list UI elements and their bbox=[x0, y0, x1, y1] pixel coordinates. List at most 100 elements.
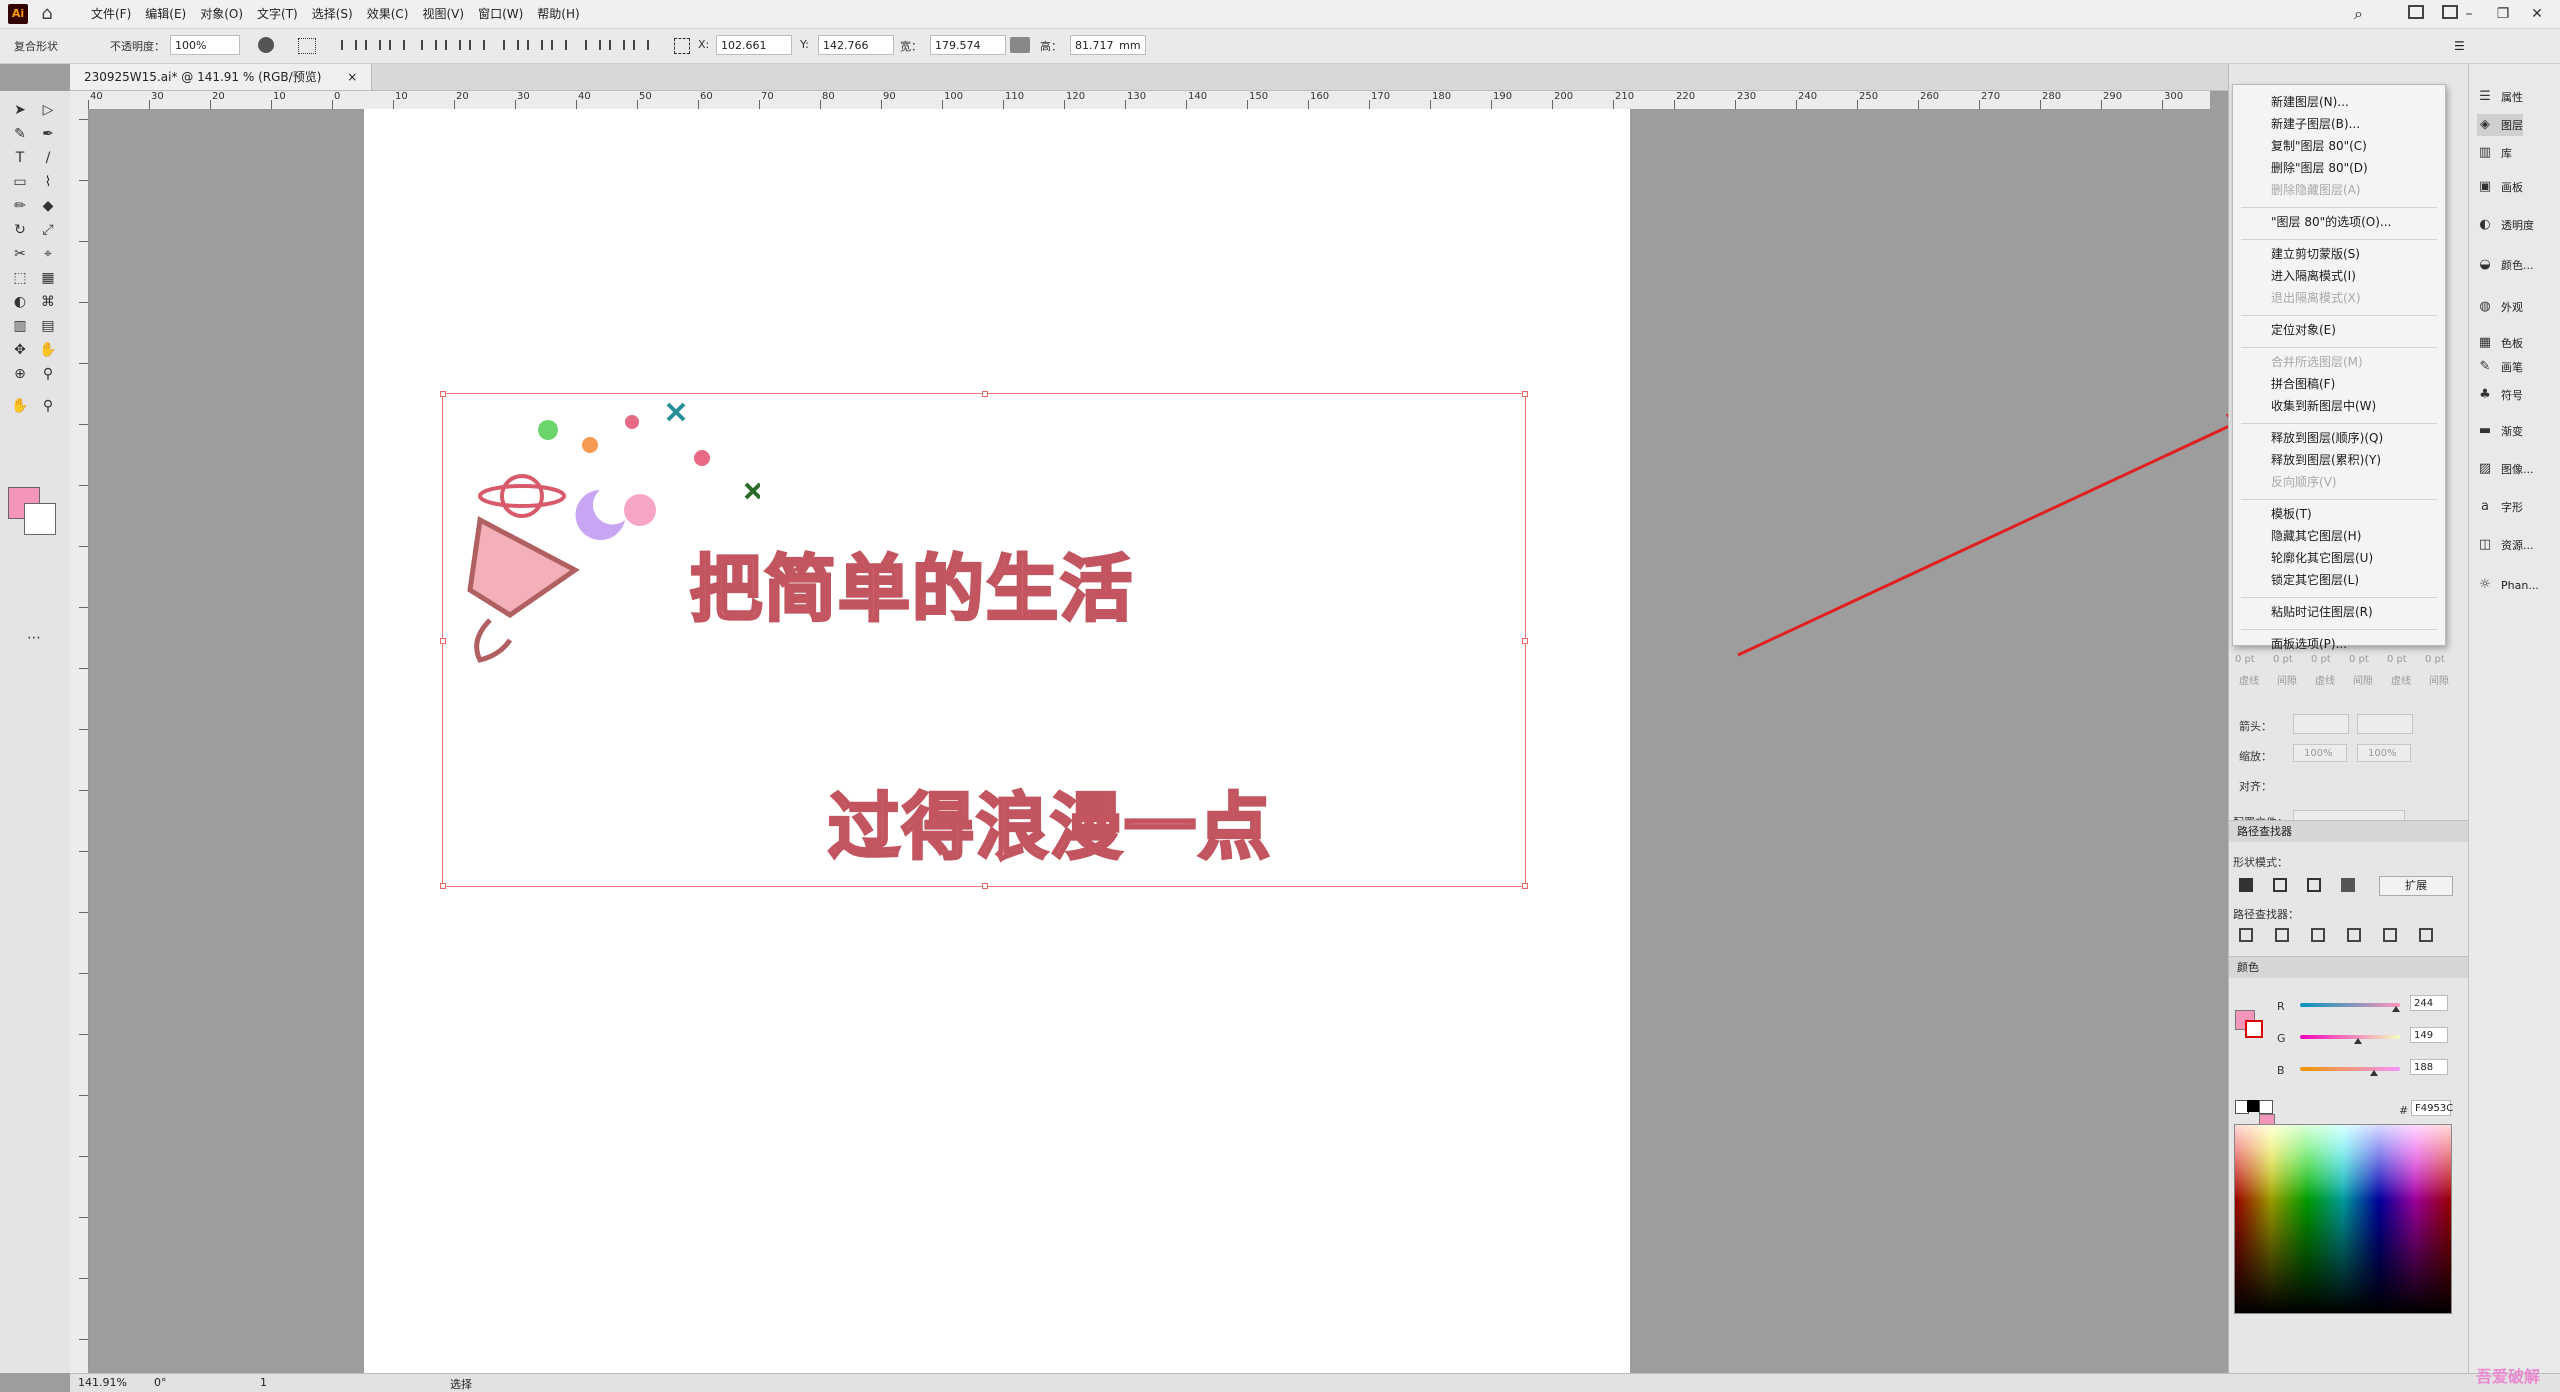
selection-tool-icon[interactable]: ➤ bbox=[8, 99, 32, 121]
panel-tab-layers[interactable]: ◈ 图层 bbox=[2477, 114, 2523, 136]
black-swatch[interactable] bbox=[2247, 1100, 2259, 1112]
width-input[interactable]: 179.574 bbox=[930, 35, 1006, 55]
opacity-input[interactable]: 100% bbox=[170, 35, 240, 55]
restore-icon[interactable]: ❐ bbox=[2486, 0, 2520, 28]
menu-item[interactable]: 文件(F) bbox=[84, 0, 138, 28]
panel-tab-symbol[interactable]: ♣ 符号 bbox=[2477, 384, 2523, 406]
color-spectrum[interactable] bbox=[2234, 1124, 2452, 1314]
panel-tab-assets[interactable]: ◫ 资源... bbox=[2477, 534, 2534, 556]
r-slider[interactable] bbox=[2300, 1003, 2400, 1007]
menu-item[interactable]: 窗口(W) bbox=[471, 0, 530, 28]
b-slider[interactable] bbox=[2300, 1067, 2400, 1071]
height-input[interactable]: 81.717 mm bbox=[1070, 35, 1146, 55]
layers-menu-item[interactable]: 定位对象(E) bbox=[2271, 321, 2336, 338]
layers-menu-item[interactable]: 模板(T) bbox=[2271, 505, 2312, 522]
y-input[interactable]: 142.766 bbox=[818, 35, 894, 55]
distribute-left-icon[interactable] bbox=[582, 36, 601, 54]
g-slider-thumb[interactable] bbox=[2354, 1038, 2363, 1044]
panel-tab-transparency[interactable]: ◐ 透明度 bbox=[2477, 214, 2534, 236]
vertical-ruler[interactable] bbox=[70, 109, 89, 1373]
panel-tab-brush[interactable]: ✎ 画笔 bbox=[2477, 356, 2523, 378]
white-swatch[interactable] bbox=[2259, 1100, 2273, 1114]
layers-menu-item[interactable]: 进入隔离模式(I) bbox=[2271, 267, 2356, 284]
exclude-icon[interactable] bbox=[2341, 878, 2355, 892]
menu-item[interactable]: 文字(T) bbox=[250, 0, 305, 28]
align-bottom-icon[interactable] bbox=[466, 36, 485, 54]
color-panel-header[interactable]: 颜色 bbox=[2229, 956, 2469, 978]
type-tool-icon[interactable]: T bbox=[8, 147, 32, 169]
hex-input[interactable]: F4953C bbox=[2411, 1100, 2453, 1116]
resize-handle[interactable] bbox=[982, 391, 988, 397]
trim-icon[interactable] bbox=[2275, 928, 2289, 942]
document-tab[interactable]: 230925W15.ai* @ 141.91 % (RGB/预览) × bbox=[70, 64, 373, 90]
layers-menu-item[interactable]: "图层 80"的选项(O)... bbox=[2271, 213, 2391, 230]
minimize-icon[interactable]: – bbox=[2452, 0, 2486, 28]
distribute-top-icon[interactable] bbox=[500, 36, 519, 54]
pathfinder-header[interactable]: 路径查找器 bbox=[2229, 820, 2469, 842]
outline-icon[interactable] bbox=[2383, 928, 2397, 942]
layers-menu-item[interactable]: 收集到新图层中(W) bbox=[2271, 397, 2376, 414]
menu-item[interactable]: 对象(O) bbox=[193, 0, 250, 28]
panel-tab-image[interactable]: ▨ 图像... bbox=[2477, 458, 2534, 480]
scale-tool-icon[interactable]: ⤢ bbox=[36, 219, 60, 241]
layers-menu-item[interactable]: 新建图层(N)... bbox=[2271, 93, 2349, 110]
constrain-proportions-icon[interactable] bbox=[1010, 37, 1030, 53]
resize-handle[interactable] bbox=[440, 638, 446, 644]
artboard-tool-icon[interactable]: ⊕ bbox=[8, 363, 32, 385]
g-value-input[interactable]: 149 bbox=[2410, 1027, 2448, 1043]
panel-tab-gradient[interactable]: ▬ 渐变 bbox=[2477, 420, 2523, 442]
layers-menu-item[interactable]: 拼合图稿(F) bbox=[2271, 375, 2335, 392]
width-tool-icon[interactable]: ✂ bbox=[8, 243, 32, 265]
distribute-bottom-icon[interactable] bbox=[548, 36, 567, 54]
layers-menu-item[interactable]: 删除"图层 80"(D) bbox=[2271, 159, 2368, 176]
arrange-documents-icon[interactable] bbox=[2408, 5, 2424, 19]
edit-toolbar-icon[interactable]: ⋯ bbox=[22, 627, 46, 649]
selection-bounding-box[interactable] bbox=[440, 391, 1528, 889]
menu-item[interactable]: 视图(V) bbox=[415, 0, 471, 28]
align-top-icon[interactable] bbox=[418, 36, 437, 54]
stroke-swatch[interactable] bbox=[2245, 1020, 2263, 1038]
slice-tool-icon[interactable]: ⚲ bbox=[36, 363, 60, 385]
minus-front-icon[interactable] bbox=[2273, 878, 2287, 892]
panel-tab-swatches[interactable]: ▦ 色板 bbox=[2477, 332, 2523, 354]
g-slider[interactable] bbox=[2300, 1035, 2400, 1039]
r-slider-thumb[interactable] bbox=[2391, 1006, 2400, 1012]
minus-back-icon[interactable] bbox=[2419, 928, 2433, 942]
recolor-icon[interactable] bbox=[258, 37, 274, 53]
artboard-number[interactable]: 1 bbox=[260, 1376, 267, 1389]
gradient-tool-icon[interactable]: ⌘ bbox=[36, 291, 60, 313]
eyedropper-tool-icon[interactable]: ▥ bbox=[8, 315, 32, 337]
hand-tool-icon[interactable]: ✋ bbox=[8, 395, 32, 417]
panel-tab-appearance[interactable]: ◍ 外观 bbox=[2477, 296, 2523, 318]
panel-tab-glyphs[interactable]: a 字形 bbox=[2477, 496, 2523, 518]
align-grid-icon[interactable] bbox=[298, 38, 316, 54]
merge-icon[interactable] bbox=[2311, 928, 2325, 942]
panel-tab-library[interactable]: ▥ 库 bbox=[2477, 142, 2512, 164]
free-transform-tool-icon[interactable]: ⌖ bbox=[36, 243, 60, 265]
transform-reference-icon[interactable] bbox=[674, 38, 690, 54]
layers-menu-item[interactable]: 面板选项(P)... bbox=[2271, 635, 2347, 652]
distribute-middle-icon[interactable] bbox=[524, 36, 543, 54]
resize-handle[interactable] bbox=[982, 883, 988, 889]
x-input[interactable]: 102.661 bbox=[716, 35, 792, 55]
arrowhead-end-select[interactable] bbox=[2357, 714, 2413, 734]
layers-menu-item[interactable]: 隐藏其它图层(H) bbox=[2271, 527, 2361, 544]
layers-menu-item[interactable]: 轮廓化其它图层(U) bbox=[2271, 549, 2373, 566]
menu-item[interactable]: 选择(S) bbox=[305, 0, 360, 28]
eraser-tool-icon[interactable]: ◆ bbox=[36, 195, 60, 217]
blend-tool-icon[interactable]: ▤ bbox=[36, 315, 60, 337]
scale-end-input[interactable]: 100% bbox=[2357, 744, 2411, 762]
graph-tool-icon[interactable]: ✋ bbox=[36, 339, 60, 361]
arrowhead-start-select[interactable] bbox=[2293, 714, 2349, 734]
close-tab-icon[interactable]: × bbox=[347, 70, 357, 84]
b-value-input[interactable]: 188 bbox=[2410, 1059, 2448, 1075]
b-slider-thumb[interactable] bbox=[2369, 1070, 2378, 1076]
dash-gap-input[interactable]: 0 pt bbox=[2273, 654, 2293, 665]
distribute-right-icon[interactable] bbox=[630, 36, 649, 54]
align-left-icon[interactable] bbox=[338, 36, 357, 54]
layers-menu-item[interactable]: 新建子图层(B)... bbox=[2271, 115, 2360, 132]
direct-selection-tool-icon[interactable]: ▷ bbox=[36, 99, 60, 121]
layers-menu-item[interactable]: 建立剪切蒙版(S) bbox=[2271, 245, 2360, 262]
intersect-icon[interactable] bbox=[2307, 878, 2321, 892]
layers-menu-item[interactable]: 锁定其它图层(L) bbox=[2271, 571, 2359, 588]
